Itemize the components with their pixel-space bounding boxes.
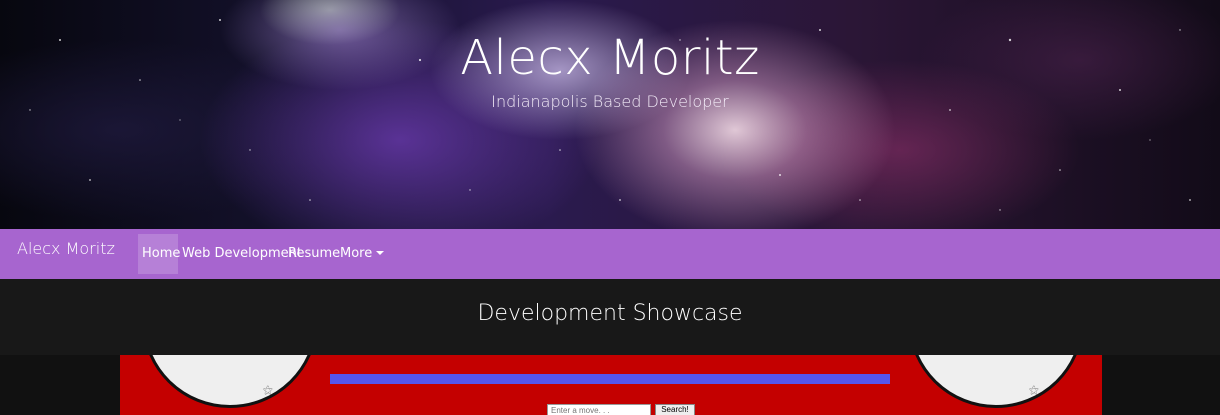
nav-item-more-dropdown[interactable]: More — [336, 234, 388, 274]
sprite-placeholder-icon: ⚝ — [263, 385, 273, 396]
navbar-brand[interactable]: Alecx Moritz — [17, 239, 115, 258]
navbar: Alecx Moritz Home Web Development Resume… — [0, 229, 1220, 279]
search-button[interactable]: Search! — [655, 404, 695, 415]
hero-banner: Alecx Moritz Indianapolis Based Develope… — [0, 0, 1220, 229]
nav-item-home[interactable]: Home — [138, 234, 180, 274]
hero-title: Alecx Moritz — [460, 30, 760, 86]
nav-item-more-label: More — [340, 246, 373, 261]
hp-bar — [330, 374, 890, 384]
showcase-wrapper: ⚝ ⚝ Search! — [0, 355, 1220, 415]
pokeball-left: ⚝ — [142, 355, 318, 408]
showcase-embed: ⚝ ⚝ Search! — [120, 355, 1102, 415]
move-input[interactable] — [547, 404, 651, 415]
caret-down-icon — [376, 251, 385, 255]
pokeball-right: ⚝ — [908, 355, 1084, 408]
sprite-placeholder-icon: ⚝ — [1029, 385, 1039, 396]
section-heading: Development Showcase — [477, 301, 743, 326]
hero-subtitle: Indianapolis Based Developer — [491, 92, 729, 111]
showcase-section-header: Development Showcase — [0, 279, 1220, 355]
